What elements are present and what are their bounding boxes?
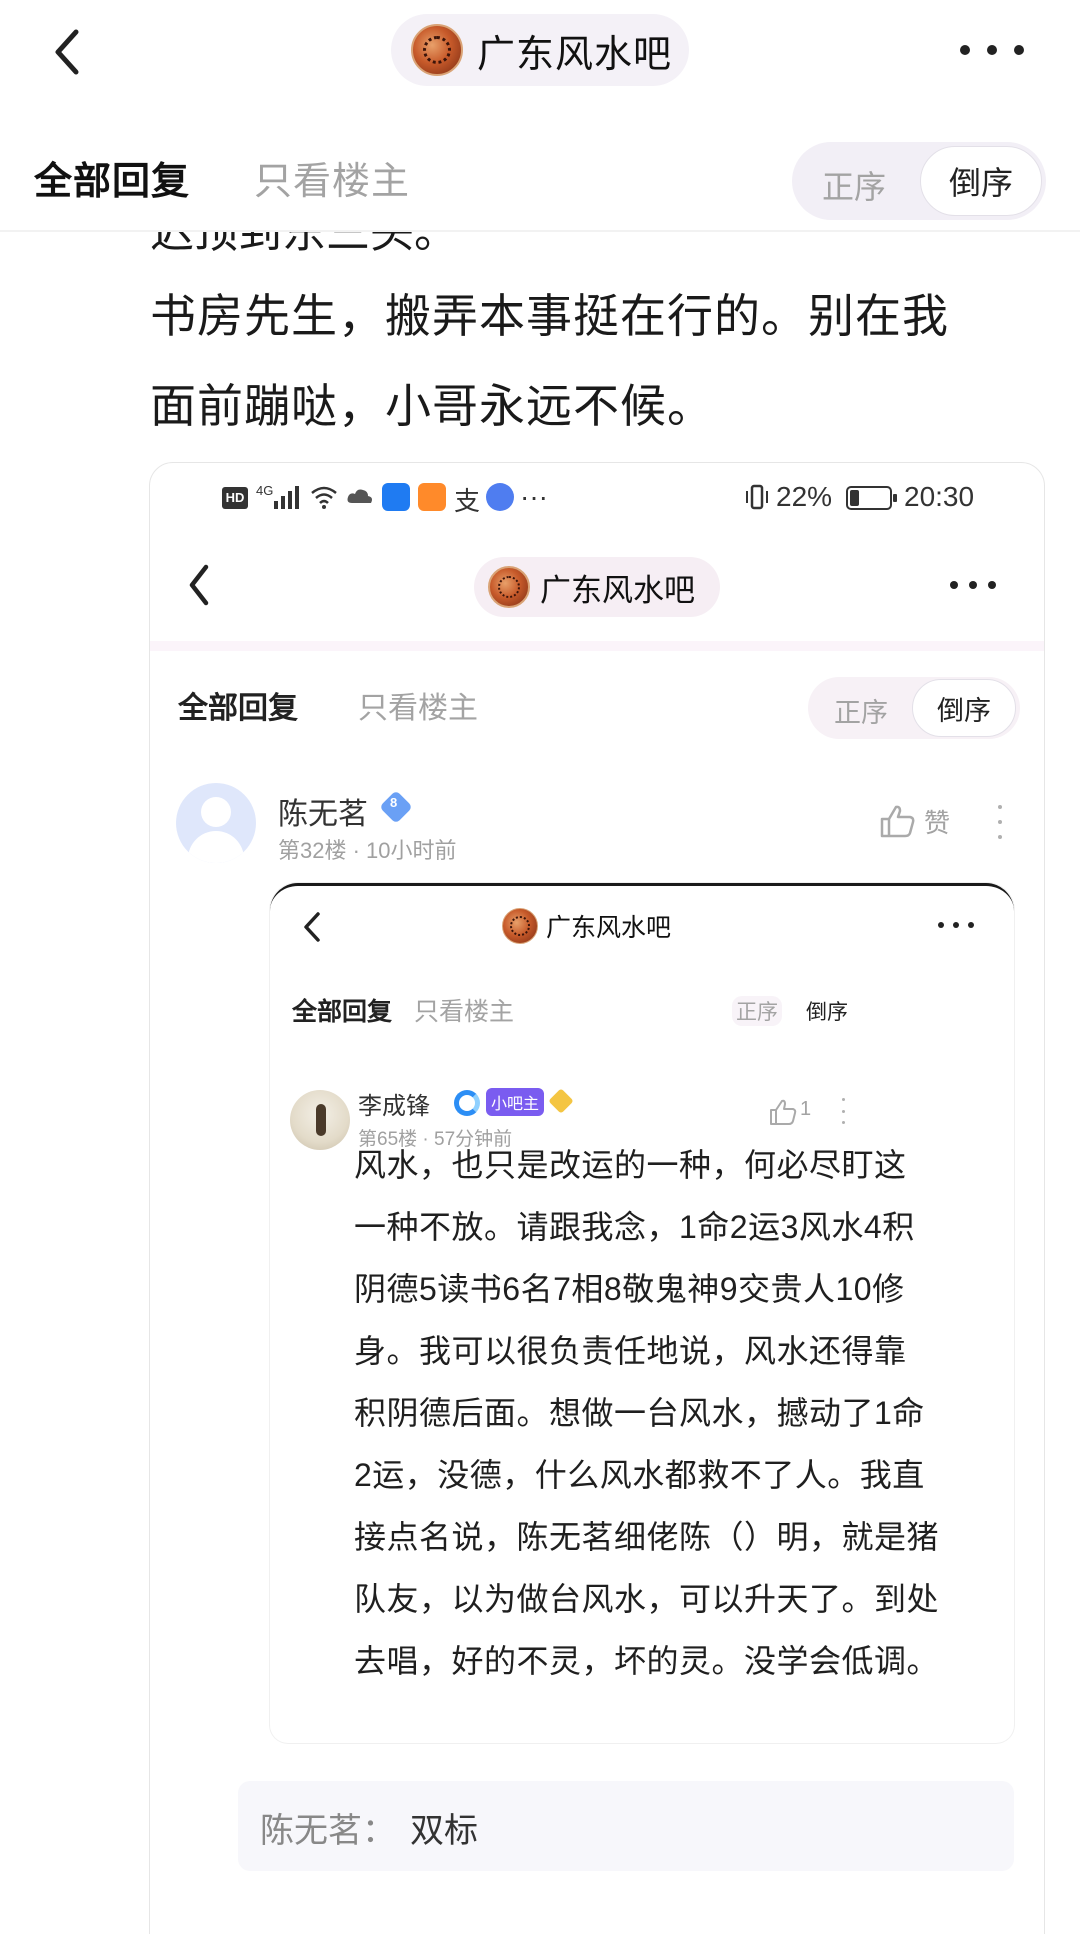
more-dot	[969, 581, 977, 589]
nested-screenshot[interactable]: 广东风水吧 全部回复 只看楼主 正序 倒序 李成锋 小吧主 第65楼 · 57分…	[270, 883, 1014, 1743]
forum-title: 广东风水吧	[540, 572, 695, 608]
status-bar: HD 4G 支 ··· 22% 20:30	[150, 463, 1044, 531]
tab-op-only[interactable]: 只看楼主	[414, 992, 514, 1028]
battery-icon	[846, 486, 897, 510]
top-header: 广东风水吧 全部回复 只看楼主 正序 倒序	[0, 0, 1080, 232]
network-type: 4G	[256, 483, 274, 498]
reply-text-line: 接点名说，陈无茗细佬陈（）明，就是猪	[354, 1519, 940, 1555]
forum-title-pill[interactable]: 广东风水吧	[474, 557, 720, 617]
avatar-body	[188, 831, 244, 863]
reply-text-line: 积阴德后面。想做一台风水，撼动了1命	[354, 1395, 925, 1431]
reply-text-line: 身。我可以很负责任地说，风水还得靠	[354, 1333, 907, 1369]
more-dot	[1014, 45, 1024, 55]
level-badge-number: 8	[390, 795, 398, 810]
post-text-line-2: 面前蹦哒，小哥永远不候。	[150, 380, 714, 432]
sort-order-toggle: 正序 倒序	[808, 677, 1020, 739]
forum-avatar	[488, 566, 530, 608]
cloud-icon	[347, 489, 372, 503]
more-dot	[968, 922, 974, 928]
reply-text-line: 一种不放。请跟我念，1命2运3风水4积	[354, 1209, 915, 1245]
thumbs-up-icon[interactable]	[768, 1098, 798, 1126]
app-notify-icon-blue	[382, 483, 410, 511]
diamond-badge-icon	[548, 1088, 574, 1114]
chevron-left-icon	[55, 29, 79, 75]
avatar[interactable]	[290, 1090, 350, 1150]
post-text-line-1: 书房先生，搬弄本事挺在行的。别在我	[150, 290, 949, 342]
like-count: 1	[800, 1098, 812, 1120]
forum-avatar	[411, 24, 463, 76]
back-button[interactable]	[44, 22, 94, 82]
reply-text-line: 阴德5读书6名7相8敬鬼神9交贵人10修	[354, 1271, 905, 1307]
header-divider	[0, 230, 1080, 232]
tab-all-replies[interactable]: 全部回复	[292, 992, 392, 1028]
back-button[interactable]	[298, 908, 326, 946]
more-dot	[953, 922, 959, 928]
sort-desc-button[interactable]: 倒序	[806, 996, 848, 1026]
like-label[interactable]: 赞	[924, 803, 950, 840]
chevron-left-icon	[189, 564, 209, 606]
sub-reply-text: 双标	[410, 1812, 478, 1850]
reply-text-line: 去唱，好的不灵，坏的灵。没学会低调。	[354, 1643, 940, 1679]
reply-text-line: 队友，以为做台风水，可以升天了。到处	[354, 1581, 940, 1617]
more-dot	[988, 581, 996, 589]
forum-title: 广东风水吧	[546, 914, 672, 942]
alipay-icon: 支	[454, 486, 481, 516]
back-button[interactable]	[180, 561, 220, 609]
sort-order-toggle: 正序 倒序	[792, 142, 1046, 220]
forum-title-pill[interactable]: 广东风水吧	[391, 14, 689, 86]
more-dots-icon	[960, 45, 970, 55]
thumbs-up-icon[interactable]	[878, 803, 916, 839]
kebab-menu-icon[interactable]	[996, 805, 1004, 839]
tab-op-only[interactable]: 只看楼主	[358, 683, 478, 727]
more-dots-icon	[950, 581, 958, 589]
role-badge: 小吧主	[486, 1088, 544, 1116]
reply-text-line: 2运，没德，什么风水都救不了人。我直	[354, 1457, 925, 1493]
embedded-screenshot[interactable]: HD 4G 支 ··· 22% 20:30 广东风水吧 全部回复 只看楼主 正序…	[149, 462, 1045, 1934]
forum-title: 广东风水吧	[477, 33, 673, 76]
reply-text-line: 风水，也只是改运的一种，何必尽盯这	[354, 1147, 907, 1183]
app-notify-icon-play	[418, 483, 446, 511]
sub-reply[interactable]: 陈无茗： 双标	[238, 1781, 1014, 1871]
tab-all-replies[interactable]: 全部回复	[34, 150, 190, 205]
avatar[interactable]	[176, 783, 256, 863]
more-options-button[interactable]	[960, 26, 1024, 74]
signal-icon	[274, 485, 299, 509]
status-more: ···	[520, 481, 548, 512]
chevron-left-icon	[304, 912, 320, 942]
sort-order-toggle: 正序 倒序	[716, 984, 954, 1034]
vibrate-icon	[746, 484, 768, 510]
more-dots-icon	[938, 922, 944, 928]
forum-title-pill[interactable]: 广东风水吧	[494, 902, 690, 950]
sort-asc-button[interactable]: 正序	[732, 996, 782, 1026]
tab-all-replies[interactable]: 全部回复	[178, 683, 298, 727]
hd-indicator: HD	[222, 487, 248, 509]
more-dot	[987, 45, 997, 55]
tab-op-only[interactable]: 只看楼主	[254, 150, 410, 205]
music-icon	[486, 483, 514, 511]
avatar-head	[201, 797, 231, 827]
sort-asc-button[interactable]: 正序	[822, 162, 886, 208]
verified-icon	[454, 1090, 480, 1116]
sort-desc-button[interactable]: 倒序	[920, 146, 1042, 216]
reply-author-name[interactable]: 李成锋	[358, 1086, 430, 1121]
battery-percent: 22%	[776, 481, 833, 512]
forum-avatar	[502, 908, 538, 944]
sort-desc-button[interactable]: 倒序	[912, 679, 1016, 737]
reply-author-name[interactable]: 陈无茗	[278, 789, 368, 833]
kebab-menu-icon[interactable]	[840, 1098, 846, 1124]
status-time: 20:30	[904, 481, 975, 512]
wifi-icon	[311, 486, 337, 509]
reply-meta: 第32楼 · 10小时前	[278, 838, 457, 863]
more-options-button[interactable]	[938, 920, 974, 930]
sort-asc-button[interactable]: 正序	[834, 691, 888, 730]
header-divider	[150, 641, 1044, 651]
sub-reply-author[interactable]: 陈无茗：	[260, 1803, 396, 1852]
more-options-button[interactable]	[950, 579, 996, 591]
